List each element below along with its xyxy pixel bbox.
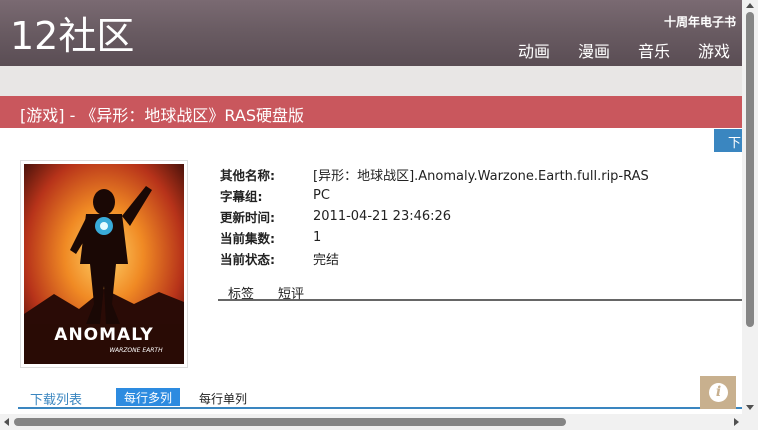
cover-image: ANOMALY WARZONE EARTH (20, 160, 188, 368)
header-band (0, 66, 742, 96)
tab-reviews[interactable]: 短评 (278, 283, 304, 302)
info-value[interactable]: PC (313, 188, 330, 203)
info-value: 1 (313, 230, 322, 245)
download-button[interactable]: 下载 (714, 129, 742, 152)
info-value: 完结 (313, 253, 340, 268)
download-list-tab[interactable]: 下载列表 (30, 389, 82, 408)
cover-sub-text: WARZONE EARTH (109, 347, 163, 354)
download-tabs: 下载列表 每行多列 每行单列 (18, 387, 742, 409)
title-bar: [游戏] - 《异形：地球战区》RAS硬盘版 (0, 96, 742, 128)
vertical-scrollbar[interactable] (742, 0, 758, 430)
nav-item-anime[interactable]: 动画 (518, 38, 550, 62)
info-panel: 其他名称: [异形：地球战区].Anomaly.Warzone.Earth.fu… (220, 164, 649, 269)
cover-brand-text: ANOMALY (54, 325, 153, 345)
info-label: 当前状态: (220, 252, 275, 267)
info-icon: i (709, 383, 728, 402)
info-row-updated: 更新时间: 2011-04-21 23:46:26 (220, 206, 649, 227)
horizontal-scrollbar[interactable] (0, 414, 742, 430)
horizontal-scroll-thumb[interactable] (14, 418, 566, 426)
nav-item-game[interactable]: 游戏 (698, 38, 730, 62)
info-row-status: 当前状态: 完结 (220, 248, 649, 269)
vertical-scroll-thumb[interactable] (746, 12, 754, 327)
info-button[interactable]: i (700, 376, 736, 409)
page-title: [游戏] - 《异形：地球战区》RAS硬盘版 (20, 106, 305, 125)
cover-illustration: ANOMALY WARZONE EARTH (24, 164, 184, 364)
nav-item-music[interactable]: 音乐 (638, 38, 670, 62)
scroll-up-icon[interactable] (746, 3, 754, 8)
site-header: 12社区 十周年电子书 动画 漫画 音乐 游戏 (0, 0, 742, 66)
info-label: 字幕组: (220, 189, 263, 204)
cover-art: ANOMALY WARZONE EARTH (24, 164, 184, 364)
info-label: 其他名称: (220, 168, 275, 183)
info-row-group: 字幕组: PC (220, 185, 649, 206)
site-logo[interactable]: 12社区 (10, 14, 134, 58)
info-value: 2011-04-21 23:46:26 (313, 209, 452, 224)
scrollbar-corner (742, 414, 758, 430)
scroll-left-icon[interactable] (4, 418, 9, 426)
info-tabs: 标签 短评 (218, 281, 742, 302)
info-value: [异形：地球战区].Anomaly.Warzone.Earth.full.rip… (313, 169, 649, 184)
multi-column-button[interactable]: 每行多列 (116, 388, 181, 406)
main-nav: 动画 漫画 音乐 游戏 (518, 38, 730, 62)
scroll-right-icon[interactable] (734, 418, 739, 426)
tab-tags[interactable]: 标签 (228, 283, 254, 302)
info-label: 当前集数: (220, 231, 275, 246)
nav-item-comic[interactable]: 漫画 (578, 38, 610, 62)
info-label: 更新时间: (220, 210, 275, 225)
info-row-alt-name: 其他名称: [异形：地球战区].Anomaly.Warzone.Earth.fu… (220, 164, 649, 185)
promo-link[interactable]: 十周年电子书 (664, 13, 736, 30)
info-row-episodes: 当前集数: 1 (220, 227, 649, 248)
single-column-button[interactable]: 每行单列 (199, 390, 247, 407)
scroll-down-icon[interactable] (746, 405, 754, 410)
